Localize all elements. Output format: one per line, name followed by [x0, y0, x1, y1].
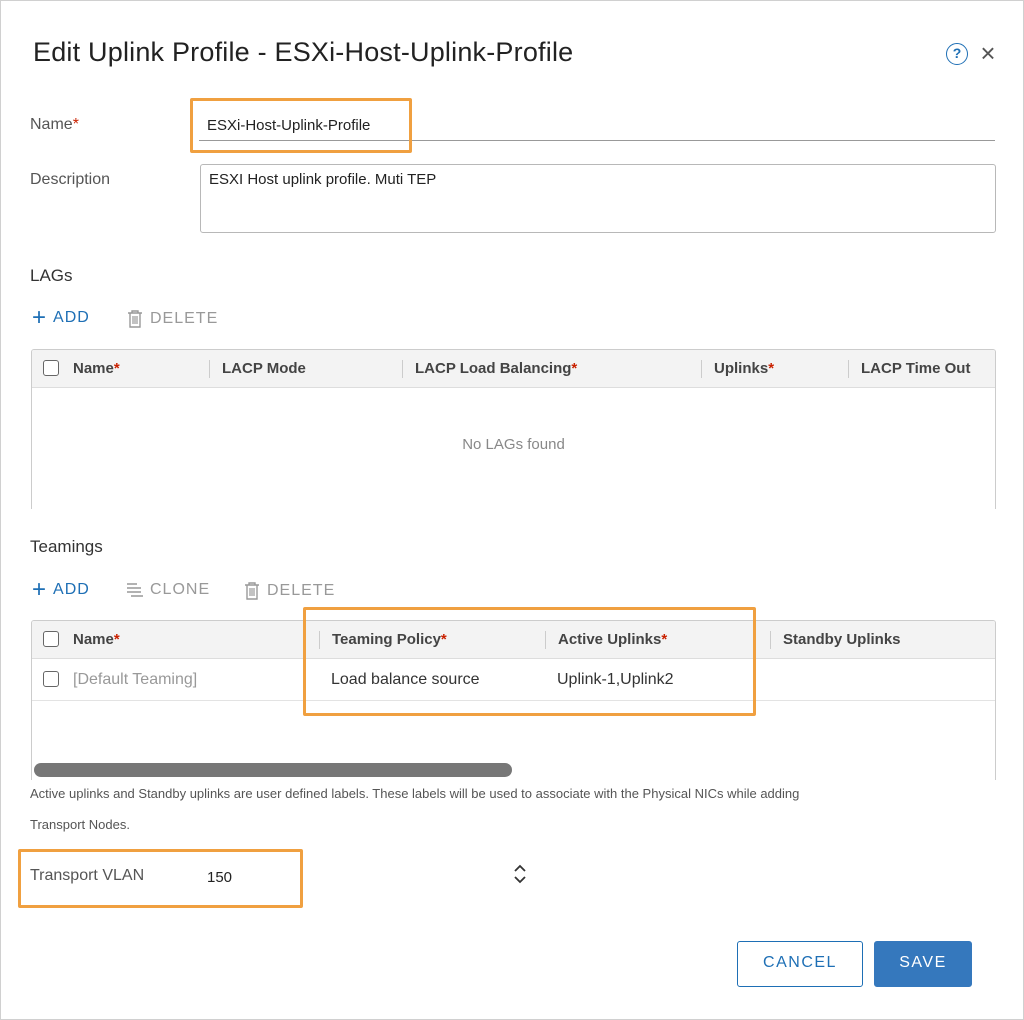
lags-add-label: ADD: [53, 309, 90, 326]
lags-delete-label: DELETE: [150, 310, 219, 327]
plus-icon: +: [32, 304, 48, 331]
highlight-name: [190, 98, 412, 153]
required-mark: *: [768, 360, 775, 377]
lags-col-uplinks-label: Uplinks: [714, 360, 769, 377]
description-label: Description: [30, 171, 111, 188]
highlight-transport-vlan: [18, 849, 303, 908]
clone-icon: [127, 583, 143, 597]
lags-col-lacp-load-balancing[interactable]: LACP Load Balancing*: [415, 360, 577, 377]
lags-col-lacp-time-out[interactable]: LACP Time Out: [861, 360, 970, 377]
required-mark: *: [113, 631, 120, 648]
required-mark: *: [72, 116, 79, 133]
lags-table: Name* LACP Mode LACP Load Balancing* Upl…: [31, 349, 996, 509]
highlight-teaming-policy: [303, 607, 756, 716]
teamings-horizontal-scrollbar[interactable]: [34, 763, 512, 777]
teamings-clone-button[interactable]: CLONE: [126, 581, 210, 599]
lags-add-button[interactable]: + ADD: [32, 304, 90, 331]
teamings-col-name[interactable]: Name*: [73, 631, 120, 648]
teamings-clone-label: CLONE: [150, 581, 211, 598]
teamings-delete-label: DELETE: [267, 582, 336, 599]
trash-icon: [245, 582, 259, 600]
teamings-add-button[interactable]: + ADD: [32, 576, 90, 603]
required-mark: *: [113, 360, 120, 377]
name-label-text: Name: [30, 116, 73, 133]
name-label: Name*: [30, 116, 79, 134]
cancel-button[interactable]: CANCEL: [737, 941, 863, 987]
close-icon[interactable]: ×: [977, 39, 999, 67]
column-divider: [209, 360, 210, 378]
help-icon[interactable]: ?: [946, 43, 968, 65]
column-divider: [402, 360, 403, 378]
lags-delete-button[interactable]: DELETE: [126, 309, 218, 329]
lags-empty-message: No LAGs found: [462, 436, 565, 453]
lags-col-name[interactable]: Name*: [73, 360, 120, 377]
spinner-updown-icon[interactable]: [511, 863, 529, 885]
uplinks-hint-text: Active uplinks and Standby uplinks are u…: [30, 786, 800, 801]
teamings-col-standby-uplinks[interactable]: Standby Uplinks: [783, 631, 901, 648]
save-button[interactable]: SAVE: [874, 941, 972, 987]
lags-section-title: LAGs: [30, 266, 73, 285]
lags-table-header: Name* LACP Mode LACP Load Balancing* Upl…: [32, 350, 995, 388]
lags-col-lacp-mode[interactable]: LACP Mode: [222, 360, 306, 377]
lags-col-uplinks[interactable]: Uplinks*: [714, 360, 774, 377]
dialog-title: Edit Uplink Profile - ESXi-Host-Uplink-P…: [33, 37, 574, 67]
trash-icon: [128, 310, 142, 328]
column-divider: [701, 360, 702, 378]
row-name: [Default Teaming]: [73, 671, 198, 688]
column-divider: [770, 631, 771, 649]
plus-icon: +: [32, 576, 48, 603]
column-divider: [848, 360, 849, 378]
teamings-section-title: Teamings: [30, 537, 103, 556]
lags-col-name-label: Name: [73, 360, 114, 377]
uplinks-hint-text-line2: Transport Nodes.: [30, 817, 130, 832]
row-checkbox[interactable]: [43, 671, 59, 687]
teamings-select-all-checkbox[interactable]: [43, 631, 59, 647]
lags-select-all-checkbox[interactable]: [43, 360, 59, 376]
edit-uplink-profile-dialog: Edit Uplink Profile - ESXi-Host-Uplink-P…: [0, 0, 1024, 1020]
teamings-delete-button[interactable]: DELETE: [243, 581, 335, 601]
required-mark: *: [571, 360, 578, 377]
description-textarea[interactable]: ESXI Host uplink profile. Muti TEP: [200, 164, 996, 233]
teamings-add-label: ADD: [53, 581, 90, 598]
teamings-col-name-label: Name: [73, 631, 114, 648]
lags-col-lacp-lb-label: LACP Load Balancing: [415, 360, 572, 377]
